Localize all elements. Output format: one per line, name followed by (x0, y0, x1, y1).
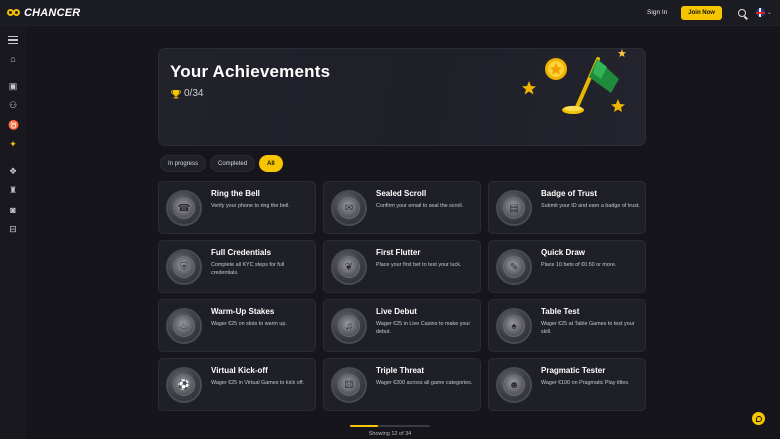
achievement-title: Sealed Scroll (376, 189, 427, 198)
chess-icon[interactable]: ♜ (8, 185, 18, 195)
achievement-description: Wager €100 on Pragmatic Play titles. (541, 380, 630, 386)
achievement-badge: ♨ (166, 308, 202, 344)
achievement-description: Submit your ID and earn a badge of trust… (541, 203, 640, 209)
achievement-description: Place 10 bets of €0.50 or more. (541, 262, 617, 268)
achievement-badge: ♫ (331, 308, 367, 344)
achievement-title: Triple Threat (376, 366, 425, 375)
achievement-title: Live Debut (376, 307, 417, 316)
achievement-description: Place your first bet to test your luck. (376, 262, 462, 268)
achievement-card[interactable]: ♠ Table Test Wager €25 at Table Games to t… (488, 299, 646, 352)
achievement-count: 0/34 (171, 88, 203, 99)
showing-progress-fill (350, 425, 379, 427)
monkey-icon: ☻ (503, 374, 525, 396)
id-card-icon: ▤ (503, 197, 525, 219)
achievement-count-text: 0/34 (184, 88, 204, 99)
achievement-badge: ✎ (496, 249, 532, 285)
achievement-card[interactable]: ▤ Badge of Trust Submit your ID and earn a… (488, 181, 646, 234)
achievement-description: Wager €25 at Table Games to test your sk… (541, 321, 635, 335)
logo-icon (7, 8, 21, 17)
running-icon[interactable]: ✦ (8, 139, 18, 149)
medal-icon[interactable]: ♉ (8, 120, 19, 130)
dice-icon: ⚄ (338, 374, 360, 396)
filter-completed[interactable]: Completed (210, 155, 256, 172)
achievement-card[interactable]: ✉ Sealed Scroll Confirm your email to seal… (323, 181, 481, 234)
achievement-badge: ⛨ (166, 249, 202, 285)
achievement-description: Complete all KYC steps for full credenti… (211, 262, 285, 276)
sign-in-link[interactable]: Sign In (647, 9, 667, 16)
shield-icon: ⛨ (173, 256, 195, 278)
achievement-badge: ☎ (166, 190, 202, 226)
achievement-card[interactable]: ✎ Quick Draw Place 10 bets of €0.50 or mor… (488, 240, 646, 293)
chips-icon[interactable]: ❖ (8, 166, 18, 176)
filter-in-progress[interactable]: In progress (160, 155, 207, 172)
gamepad-icon[interactable]: ◙ (8, 205, 18, 215)
achievement-card[interactable]: ⛨ Full Credentials Complete all KYC steps … (158, 240, 316, 293)
achievement-card[interactable]: ♫ Live Debut Wager €25 in Live Casino to m… (323, 299, 481, 352)
achievement-card[interactable]: ⚽ Virtual Kick-off Wager €25 in Virtual Ga… (158, 358, 316, 411)
achievement-title: Quick Draw (541, 248, 586, 257)
achievement-badge: ▤ (496, 190, 532, 226)
top-bar: CHANCER Sign In Join Now ⌄ (0, 0, 780, 26)
achievement-badge: ⚽ (166, 367, 202, 403)
achievement-badge: ✉ (331, 190, 367, 226)
scroll-icon: ✉ (338, 197, 360, 219)
achievement-card[interactable]: ⚄ Triple Threat Wager €200 across all game… (323, 358, 481, 411)
achievement-card[interactable]: ♨ Warm-Up Stakes Wager €25 on slots to war… (158, 299, 316, 352)
uk-flag-icon (755, 8, 765, 17)
showing-progress-bar (350, 425, 430, 427)
football-icon: ⚽ (173, 374, 195, 396)
chili-icon: ♨ (173, 315, 195, 337)
chat-icon (755, 415, 762, 422)
ticket-icon[interactable]: ⊟ (8, 224, 18, 234)
trophy-flag-illustration (522, 49, 626, 114)
achievement-description: Wager €25 in Virtual Games to kick off. (211, 380, 305, 386)
achievement-title: First Flutter (376, 248, 421, 257)
achievement-description: Confirm your email to seal the scroll. (376, 203, 464, 209)
achievement-badge: ♠ (496, 308, 532, 344)
menu-icon[interactable] (8, 34, 18, 44)
sidebar: ⌂ ▣ ⚇ ♉ ✦ ❖ ♜ ◙ ⊟ (0, 26, 26, 439)
achievements-grid: ☎ Ring the Bell Verify your phone to ring … (158, 181, 646, 411)
home-icon[interactable]: ⌂ (8, 54, 18, 64)
achievements-hero: Your Achievements 0/34 (158, 48, 646, 146)
achievement-title: Virtual Kick-off (211, 366, 268, 375)
achievement-card[interactable]: ☻ Pragmatic Tester Wager €100 on Pragmatic… (488, 358, 646, 411)
achievement-card[interactable]: ☎ Ring the Bell Verify your phone to ring … (158, 181, 316, 234)
trophy-icon (171, 89, 181, 98)
achievement-title: Table Test (541, 307, 580, 316)
filter-all[interactable]: All (259, 155, 283, 172)
achievement-badge: ⚄ (331, 367, 367, 403)
achievement-card[interactable]: ❦ First Flutter Place your first bet to te… (323, 240, 481, 293)
achievement-title: Ring the Bell (211, 189, 260, 198)
page-title: Your Achievements (170, 62, 331, 81)
pistol-icon: ✎ (503, 256, 525, 278)
filter-tabs: In progress Completed All (160, 155, 283, 172)
achievement-title: Full Credentials (211, 248, 272, 257)
achievement-description: Wager €200 across all game categories. (376, 380, 473, 386)
cards-icon: ♠ (503, 315, 525, 337)
showing-count-text: Showing 12 of 34 (368, 431, 412, 437)
achievement-title: Warm-Up Stakes (211, 307, 275, 316)
achievement-description: Wager €25 on slots to warm up. (211, 321, 287, 327)
achievement-title: Badge of Trust (541, 189, 598, 198)
bell-icon: ☎ (173, 197, 195, 219)
search-icon[interactable] (737, 8, 746, 17)
logo[interactable]: CHANCER (7, 7, 80, 19)
chevron-down-icon: ⌄ (766, 10, 772, 16)
mic-icon: ♫ (338, 315, 360, 337)
butterfly-icon: ❦ (338, 256, 360, 278)
achievement-title: Pragmatic Tester (541, 366, 606, 375)
logo-text: CHANCER (24, 6, 81, 19)
language-selector[interactable]: ⌄ (755, 8, 772, 17)
join-now-button[interactable]: Join Now (681, 5, 722, 20)
chat-help-button[interactable] (752, 412, 765, 425)
gift-icon[interactable]: ▣ (8, 81, 18, 91)
people-icon[interactable]: ⚇ (8, 100, 18, 110)
achievement-badge: ☻ (496, 367, 532, 403)
achievement-description: Verify your phone to ring the bell. (211, 203, 290, 209)
achievement-badge: ❦ (331, 249, 367, 285)
achievement-description: Wager €25 in Live Casino to make your de… (376, 321, 471, 335)
